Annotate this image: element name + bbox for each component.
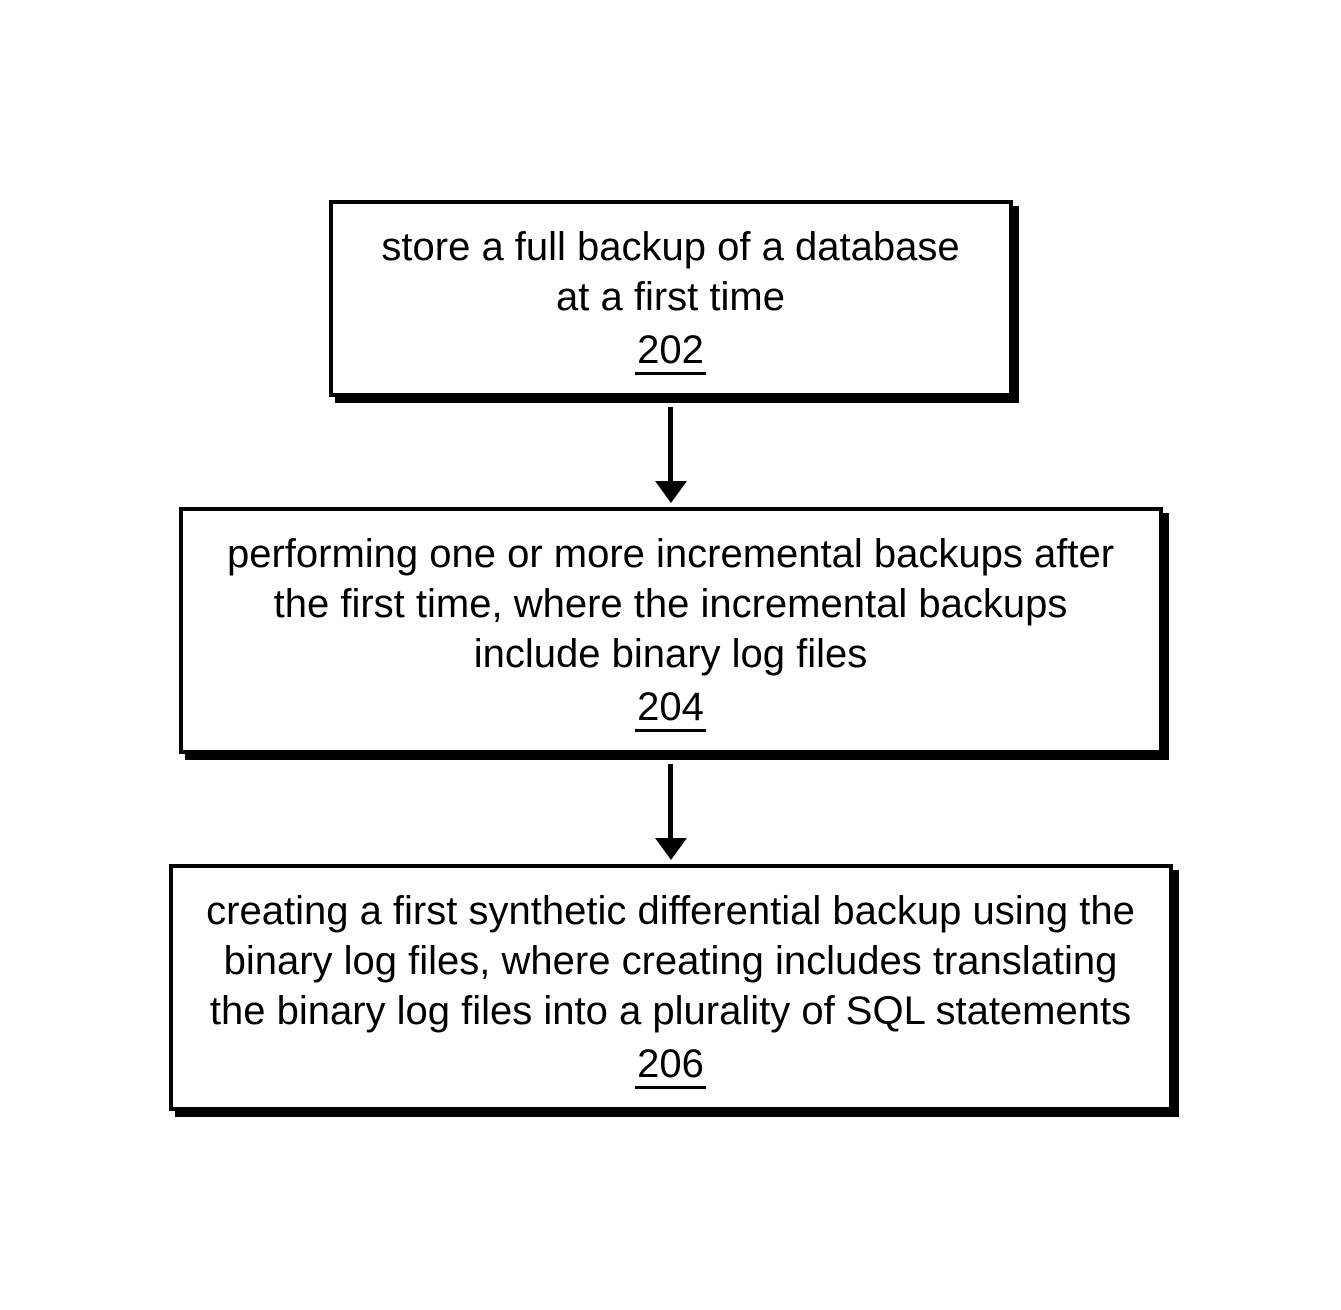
arrow-line [668, 407, 673, 481]
step-2-text: performing one or more incremental backu… [211, 529, 1131, 679]
step-1-ref: 202 [635, 328, 706, 375]
step-3-ref: 206 [635, 1042, 706, 1089]
arrow-line [668, 764, 673, 838]
step-2-ref: 204 [635, 685, 706, 732]
flowchart-step-2: performing one or more incremental backu… [179, 507, 1163, 754]
arrow-1-to-2 [655, 407, 687, 503]
step-1-text: store a full backup of a database at a f… [361, 222, 981, 322]
arrow-2-to-3 [655, 764, 687, 860]
flowchart-step-3: creating a first synthetic differential … [169, 864, 1173, 1111]
arrow-head-icon [655, 481, 687, 503]
step-3-text: creating a first synthetic differential … [201, 886, 1141, 1036]
flowchart-step-1: store a full backup of a database at a f… [329, 200, 1013, 397]
arrow-head-icon [655, 838, 687, 860]
flowchart: store a full backup of a database at a f… [169, 200, 1173, 1111]
